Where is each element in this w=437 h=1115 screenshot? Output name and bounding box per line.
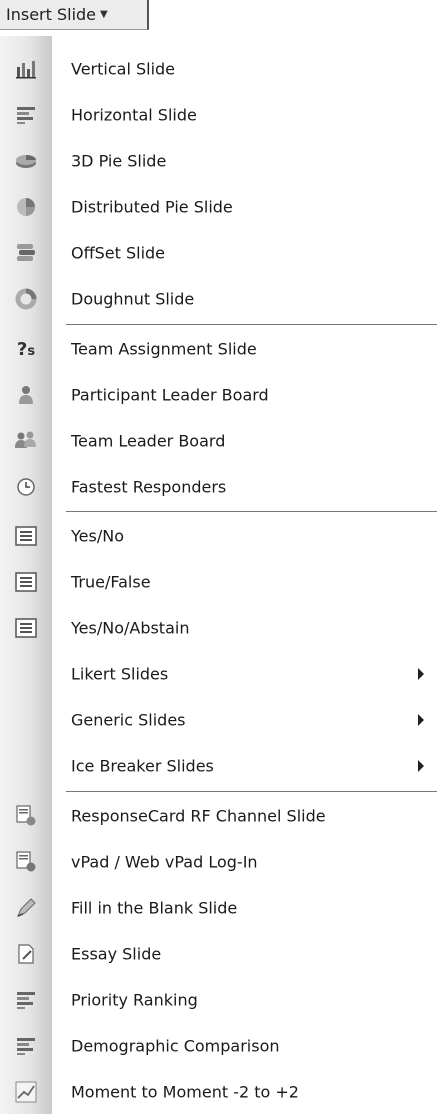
menu-item-label: Fill in the Blank Slide [71, 898, 238, 918]
menu-item-label: OffSet Slide [71, 243, 166, 263]
team-assignment-icon: ?s [16, 338, 36, 360]
menu-item-label: Team Assignment Slide [71, 339, 257, 359]
menu-item-offset-slide[interactable]: OffSet Slide [0, 230, 437, 276]
list-slide-icon [14, 524, 38, 548]
menu-item-label: Horizontal Slide [71, 105, 197, 125]
distributed-pie-chart-icon [14, 195, 38, 219]
menu-item-label: 3D Pie Slide [71, 151, 167, 171]
doughnut-chart-icon [14, 287, 38, 311]
menu-item-label: Demographic Comparison [71, 1036, 280, 1056]
menu-item-essay-slide[interactable]: Essay Slide [0, 931, 437, 977]
menu-item-priority-ranking[interactable]: Priority Ranking [0, 977, 437, 1023]
vertical-bar-chart-icon [14, 57, 38, 81]
offset-chart-icon [14, 241, 38, 265]
menu-item-label: Likert Slides [71, 664, 169, 684]
menu-item-label: Ice Breaker Slides [71, 756, 214, 776]
essay-document-icon [14, 942, 38, 966]
menu-item-vertical-slide[interactable]: Vertical Slide [0, 46, 437, 92]
dropdown-arrow-icon: ▼ [100, 9, 108, 20]
list-slide-icon [14, 616, 38, 640]
insert-slide-label: Insert Slide [6, 5, 97, 24]
menu-item-responsecard-rf-channel-slide[interactable]: ResponseCard RF Channel Slide [0, 793, 437, 839]
menu-item-distributed-pie-slide[interactable]: Distributed Pie Slide [0, 184, 437, 230]
menu-item-label: Distributed Pie Slide [71, 197, 233, 217]
menu-item-label: Generic Slides [71, 710, 186, 730]
moment-to-moment-icon [14, 1080, 38, 1104]
menu-item-label: True/False [71, 572, 151, 592]
menu-item-label: Yes/No [71, 526, 124, 546]
menu-item-label: Priority Ranking [71, 990, 198, 1010]
menu-item-yes-no-abstain[interactable]: Yes/No/Abstain [0, 605, 437, 651]
list-slide-icon [14, 570, 38, 594]
menu-item-demographic-comparison[interactable]: Demographic Comparison [0, 1023, 437, 1069]
menu-item-likert-slides[interactable]: Likert Slides [0, 651, 437, 697]
menu-item-ice-breaker-slides[interactable]: Ice Breaker Slides [0, 743, 437, 789]
menu-item-label: Vertical Slide [71, 59, 176, 79]
3d-pie-chart-icon [14, 149, 38, 173]
menu-item-fill-in-the-blank-slide[interactable]: Fill in the Blank Slide [0, 885, 437, 931]
fill-in-blank-icon [14, 896, 38, 920]
insert-slide-menu: Vertical Slide Horizontal Slide 3D Pie S… [0, 36, 437, 1114]
menu-item-horizontal-slide[interactable]: Horizontal Slide [0, 92, 437, 138]
submenu-arrow-icon [418, 714, 424, 726]
vpad-login-icon [14, 850, 38, 874]
priority-ranking-icon [14, 988, 38, 1012]
demographic-comparison-icon [14, 1034, 38, 1058]
menu-item-team-assignment-slide[interactable]: ?s Team Assignment Slide [0, 326, 437, 372]
menu-separator [66, 511, 437, 512]
menu-item-label: vPad / Web vPad Log-In [71, 852, 258, 872]
menu-separator [66, 791, 437, 792]
menu-item-label: Yes/No/Abstain [71, 618, 190, 638]
menu-item-3d-pie-slide[interactable]: 3D Pie Slide [0, 138, 437, 184]
insert-slide-button[interactable]: Insert Slide ▼ [0, 0, 149, 30]
clock-icon [14, 475, 38, 499]
menu-item-fastest-responders[interactable]: Fastest Responders [0, 464, 437, 510]
menu-item-moment-to-moment[interactable]: Moment to Moment -2 to +2 [0, 1069, 437, 1115]
participant-leader-icon [14, 383, 38, 407]
menu-item-label: Essay Slide [71, 944, 162, 964]
menu-item-doughnut-slide[interactable]: Doughnut Slide [0, 276, 437, 322]
menu-item-generic-slides[interactable]: Generic Slides [0, 697, 437, 743]
menu-item-yes-no[interactable]: Yes/No [0, 513, 437, 559]
menu-item-true-false[interactable]: True/False [0, 559, 437, 605]
menu-item-participant-leader-board[interactable]: Participant Leader Board [0, 372, 437, 418]
menu-item-label: Fastest Responders [71, 477, 227, 497]
menu-item-label: ResponseCard RF Channel Slide [71, 806, 326, 826]
horizontal-bar-chart-icon [14, 103, 38, 127]
menu-item-label: Team Leader Board [71, 431, 226, 451]
submenu-arrow-icon [418, 760, 424, 772]
team-leader-icon [14, 429, 38, 453]
menu-item-label: Participant Leader Board [71, 385, 269, 405]
menu-item-vpad-login[interactable]: vPad / Web vPad Log-In [0, 839, 437, 885]
menu-item-label: Doughnut Slide [71, 289, 195, 309]
menu-item-label: Moment to Moment -2 to +2 [71, 1082, 299, 1102]
submenu-arrow-icon [418, 668, 424, 680]
menu-separator [66, 324, 437, 325]
responsecard-channel-icon [14, 804, 38, 828]
menu-item-team-leader-board[interactable]: Team Leader Board [0, 418, 437, 464]
